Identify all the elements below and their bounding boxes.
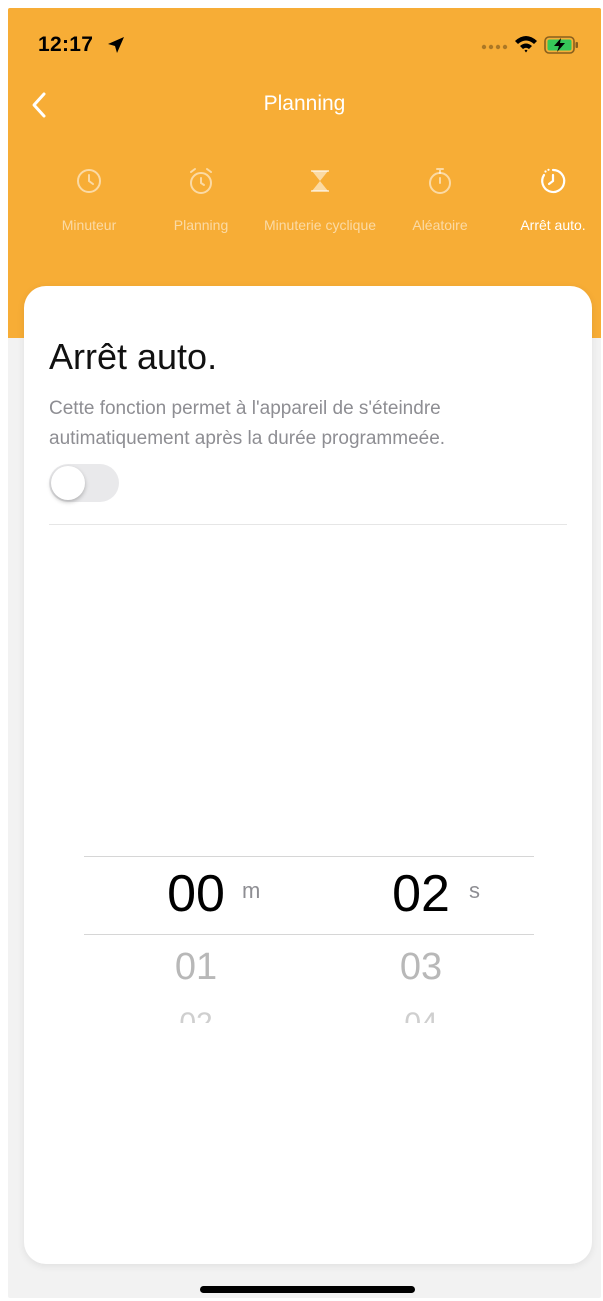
seconds-selected: 02 xyxy=(392,865,450,923)
tab-arret-auto[interactable]: Arrêt auto. xyxy=(493,158,601,248)
divider xyxy=(49,524,567,525)
alarm-clock-icon xyxy=(190,168,212,194)
tab-planning[interactable]: Planning xyxy=(141,158,261,248)
seconds-column[interactable]: 02 s 03 04 xyxy=(381,854,541,1044)
cellular-signal-icon xyxy=(481,44,508,50)
tab-minuterie-cyclique[interactable]: Minuterie cyclique xyxy=(260,158,380,248)
settings-card: Arrêt auto. Cette fonction permet à l'ap… xyxy=(24,286,592,1264)
hourglass-icon xyxy=(311,170,329,192)
mode-tabs: Minuteur Planning Minuterie cyclique Alé… xyxy=(8,158,601,248)
minutes-selected: 00 xyxy=(167,865,225,923)
toggle-knob xyxy=(51,466,85,500)
auto-off-toggle[interactable] xyxy=(49,464,119,502)
status-time: 12:17 xyxy=(38,33,94,56)
duration-picker[interactable]: 00 m 01 02 02 s 03 04 xyxy=(84,854,534,1044)
battery-charging-icon xyxy=(544,36,578,54)
status-bar: 12:17 xyxy=(8,8,601,78)
minutes-next2: 02 xyxy=(156,1001,236,1023)
tab-aleatoire[interactable]: Aléatoire xyxy=(380,158,500,248)
seconds-next2: 04 xyxy=(381,1001,461,1023)
timer-icon xyxy=(541,168,566,194)
app-screen: 12:17 Planning Minuteur Planning Minuter… xyxy=(8,8,601,1298)
card-title: Arrêt auto. xyxy=(49,336,218,377)
wifi-icon xyxy=(515,36,537,53)
seconds-next: 03 xyxy=(399,946,443,988)
tab-minuteur[interactable]: Minuteur xyxy=(29,158,149,248)
clock-icon xyxy=(77,169,101,193)
minutes-next: 01 xyxy=(174,946,218,988)
stopwatch-icon xyxy=(429,168,451,194)
page-title: Planning xyxy=(263,92,346,115)
nav-bar: Planning xyxy=(8,78,601,128)
tab-label: Arrêt auto. xyxy=(520,217,586,233)
minutes-column[interactable]: 00 m 01 02 xyxy=(156,854,316,1044)
card-description: Cette fonction permet à l'appareil de s'… xyxy=(49,398,446,449)
seconds-unit: s xyxy=(469,878,480,903)
home-indicator xyxy=(200,1286,415,1293)
minutes-unit: m xyxy=(242,878,261,903)
location-arrow-icon xyxy=(108,37,124,53)
tab-label: Minuterie cyclique xyxy=(263,217,377,233)
